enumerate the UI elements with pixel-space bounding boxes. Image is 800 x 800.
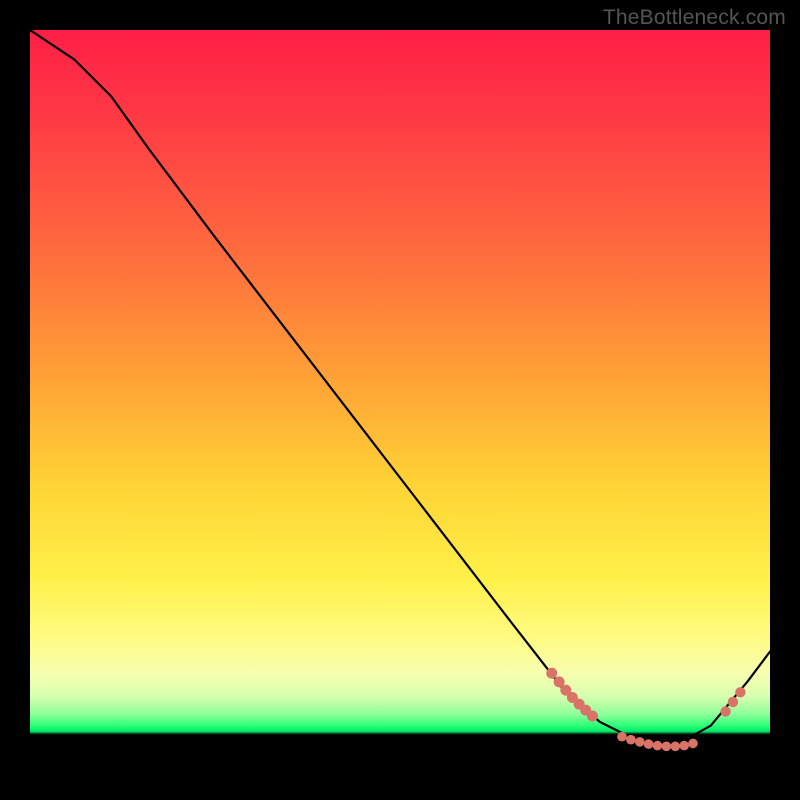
- dots-group-a: [546, 668, 598, 722]
- plot-area: [30, 30, 770, 770]
- data-dot: [671, 742, 681, 752]
- data-dot: [720, 706, 730, 716]
- data-dot: [662, 742, 672, 752]
- data-dot: [735, 687, 745, 697]
- data-dot: [644, 739, 654, 749]
- chart-frame: TheBottleneck.com: [0, 0, 800, 800]
- dots-group-c: [720, 687, 745, 717]
- bottleneck-curve: [30, 30, 770, 746]
- data-dot: [635, 737, 645, 747]
- data-dot: [653, 741, 663, 751]
- data-dot: [626, 735, 636, 745]
- data-dot: [679, 741, 689, 751]
- dots-group-b: [617, 732, 698, 751]
- data-dot: [587, 711, 598, 722]
- data-dot: [546, 668, 557, 679]
- curve-layer: [30, 30, 770, 770]
- data-dot: [728, 697, 738, 707]
- watermark-text: TheBottleneck.com: [603, 6, 786, 30]
- data-dot: [617, 732, 627, 742]
- data-dot: [688, 739, 698, 749]
